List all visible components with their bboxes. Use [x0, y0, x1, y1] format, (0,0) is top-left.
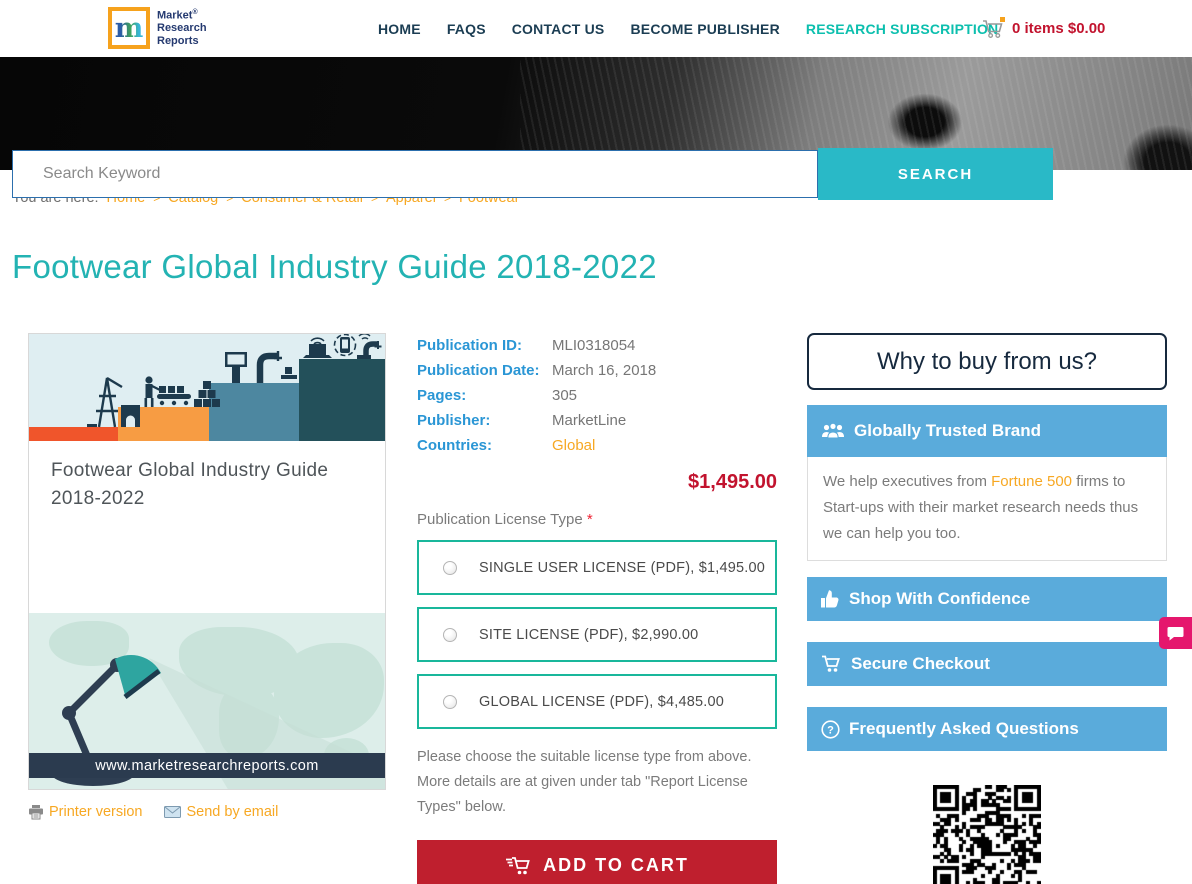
detail-row-publication-id: Publication ID: MLI0318054 — [417, 333, 777, 358]
page: m Market® Research Reports HOME FAQS CON… — [0, 0, 1192, 884]
search-banner: SEARCH — [0, 57, 1192, 200]
envelope-icon — [164, 806, 182, 818]
industry-illustration — [29, 334, 385, 441]
printer-version-label: Printer version — [49, 804, 143, 820]
logo-line2: Research — [157, 22, 207, 34]
product-cover-image: Footwear Global Industry Guide 2018-2022 — [28, 333, 386, 790]
publisher-value: MarketLine — [552, 412, 627, 429]
detail-row-publication-date: Publication Date: March 16, 2018 — [417, 358, 777, 383]
shop-with-confidence-label: Shop With Confidence — [849, 589, 1031, 609]
publication-id-value: MLI0318054 — [552, 337, 636, 354]
license-global-label: GLOBAL LICENSE (PDF), $4,485.00 — [479, 693, 725, 710]
registered-mark: ® — [192, 8, 198, 16]
header-cart[interactable]: 0 items $0.00 — [982, 0, 1105, 57]
qr-code — [933, 785, 1041, 884]
why-to-buy-heading: Why to buy from us? — [807, 333, 1167, 390]
logo-line1: Market — [157, 9, 193, 22]
countries-value-link[interactable]: Global — [552, 437, 595, 454]
secure-checkout-label: Secure Checkout — [851, 654, 990, 674]
faq-label: Frequently Asked Questions — [849, 719, 1079, 739]
logo-text: Market® Research Reports — [157, 9, 207, 48]
cart-badge-dot — [1000, 16, 1005, 22]
search-button[interactable]: SEARCH — [818, 148, 1053, 200]
globally-trusted-brand-bar[interactable]: Globally Trusted Brand — [807, 405, 1167, 457]
radio-single-user[interactable] — [443, 560, 457, 575]
add-to-cart-button[interactable]: ADD TO CART — [417, 839, 777, 884]
search-input[interactable] — [12, 150, 818, 198]
cover-title: Footwear Global Industry Guide 2018-2022 — [51, 460, 329, 509]
shop-with-confidence-bar[interactable]: Shop With Confidence — [807, 577, 1167, 622]
globally-trusted-brand-text: We help executives from Fortune 500 firm… — [807, 457, 1167, 562]
cart-count-text: 0 items $0.00 — [1012, 20, 1106, 37]
header: m Market® Research Reports HOME FAQS CON… — [0, 0, 1192, 57]
publication-date-value: March 16, 2018 — [552, 362, 657, 379]
license-note: Please choose the suitable license type … — [417, 749, 752, 815]
printer-version-link[interactable]: Printer version — [28, 804, 142, 820]
printer-icon — [29, 804, 43, 819]
license-type-label: Publication License Type * — [417, 511, 777, 528]
logo-line3: Reports — [157, 34, 199, 47]
website-url-bar: www.marketresearchreports.com — [29, 753, 385, 778]
add-to-cart-cart-icon — [506, 856, 530, 875]
why-buy-sidebar: Why to buy from us? Globally Trusted Bra… — [807, 333, 1167, 884]
send-by-email-label: Send by email — [186, 804, 279, 820]
pages-label: Pages: — [417, 387, 467, 404]
license-option-global[interactable]: GLOBAL LICENSE (PDF), $4,485.00 — [417, 674, 777, 729]
license-type-label-text: Publication License Type — [417, 511, 587, 528]
logo-box: m — [108, 7, 150, 49]
nav-faqs[interactable]: FAQS — [447, 21, 486, 37]
required-asterisk: * — [586, 511, 593, 528]
detail-row-publisher: Publisher: MarketLine — [417, 408, 777, 433]
faq-bar[interactable]: ? Frequently Asked Questions — [807, 707, 1167, 752]
product-actions: Printer version Send by email — [28, 804, 386, 820]
main-nav: HOME FAQS CONTACT US BECOME PUBLISHER RE… — [378, 0, 998, 57]
question-circle-icon: ? — [821, 720, 840, 739]
people-group-icon — [822, 423, 844, 439]
send-by-email-link[interactable]: Send by email — [164, 804, 278, 820]
publication-date-label: Publication Date: — [417, 362, 540, 379]
secure-checkout-cart-icon — [822, 655, 840, 673]
license-option-single-user[interactable]: SINGLE USER LICENSE (PDF), $1,495.00 — [417, 540, 777, 595]
chat-bubble-icon — [1167, 626, 1184, 640]
live-chat-tab[interactable] — [1159, 617, 1192, 649]
radio-global[interactable] — [443, 694, 457, 709]
detail-row-pages: Pages: 305 — [417, 383, 777, 408]
license-option-site[interactable]: SITE LICENSE (PDF), $2,990.00 — [417, 607, 777, 662]
site-logo[interactable]: m Market® Research Reports — [108, 7, 207, 49]
nav-become-publisher[interactable]: BECOME PUBLISHER — [630, 21, 779, 37]
price: $1,495.00 — [688, 471, 777, 493]
cover-title-band: Footwear Global Industry Guide 2018-2022 — [29, 441, 385, 613]
license-site-label: SITE LICENSE (PDF), $2,990.00 — [479, 626, 699, 643]
logo-m-letter: m — [114, 12, 144, 44]
secure-checkout-bar[interactable]: Secure Checkout — [807, 642, 1167, 687]
cart-icon — [982, 16, 1006, 39]
svg-text:?: ? — [827, 724, 834, 736]
pages-value: 305 — [552, 387, 578, 404]
page-title: Footwear Global Industry Guide 2018-2022 — [12, 248, 657, 285]
industry-steps-graphic — [29, 334, 385, 441]
add-to-cart-label: ADD TO CART — [543, 855, 689, 876]
globally-trusted-brand-label: Globally Trusted Brand — [854, 421, 1042, 440]
radio-site[interactable] — [443, 627, 457, 642]
nav-contact-us[interactable]: CONTACT US — [512, 21, 605, 37]
publication-id-label: Publication ID: — [417, 337, 522, 354]
thumbs-up-icon — [821, 590, 839, 608]
publication-details-column: Publication ID: MLI0318054 Publication D… — [417, 333, 777, 884]
fortune-500-link[interactable]: Fortune 500 — [991, 473, 1072, 490]
nav-home[interactable]: HOME — [378, 21, 421, 37]
product-image-column: Footwear Global Industry Guide 2018-2022 — [28, 333, 386, 820]
countries-label: Countries: — [417, 437, 492, 454]
qr-code-wrap — [807, 785, 1167, 884]
cover-map-zone: www.marketresearchreports.com — [29, 613, 385, 789]
publisher-label: Publisher: — [417, 412, 491, 429]
license-single-user-label: SINGLE USER LICENSE (PDF), $1,495.00 — [479, 559, 766, 576]
nav-research-subscription[interactable]: RESEARCH SUBSCRIPTION — [806, 21, 998, 37]
trusted-text-before: We help executives from — [823, 473, 992, 490]
detail-row-countries: Countries: Global — [417, 433, 777, 458]
